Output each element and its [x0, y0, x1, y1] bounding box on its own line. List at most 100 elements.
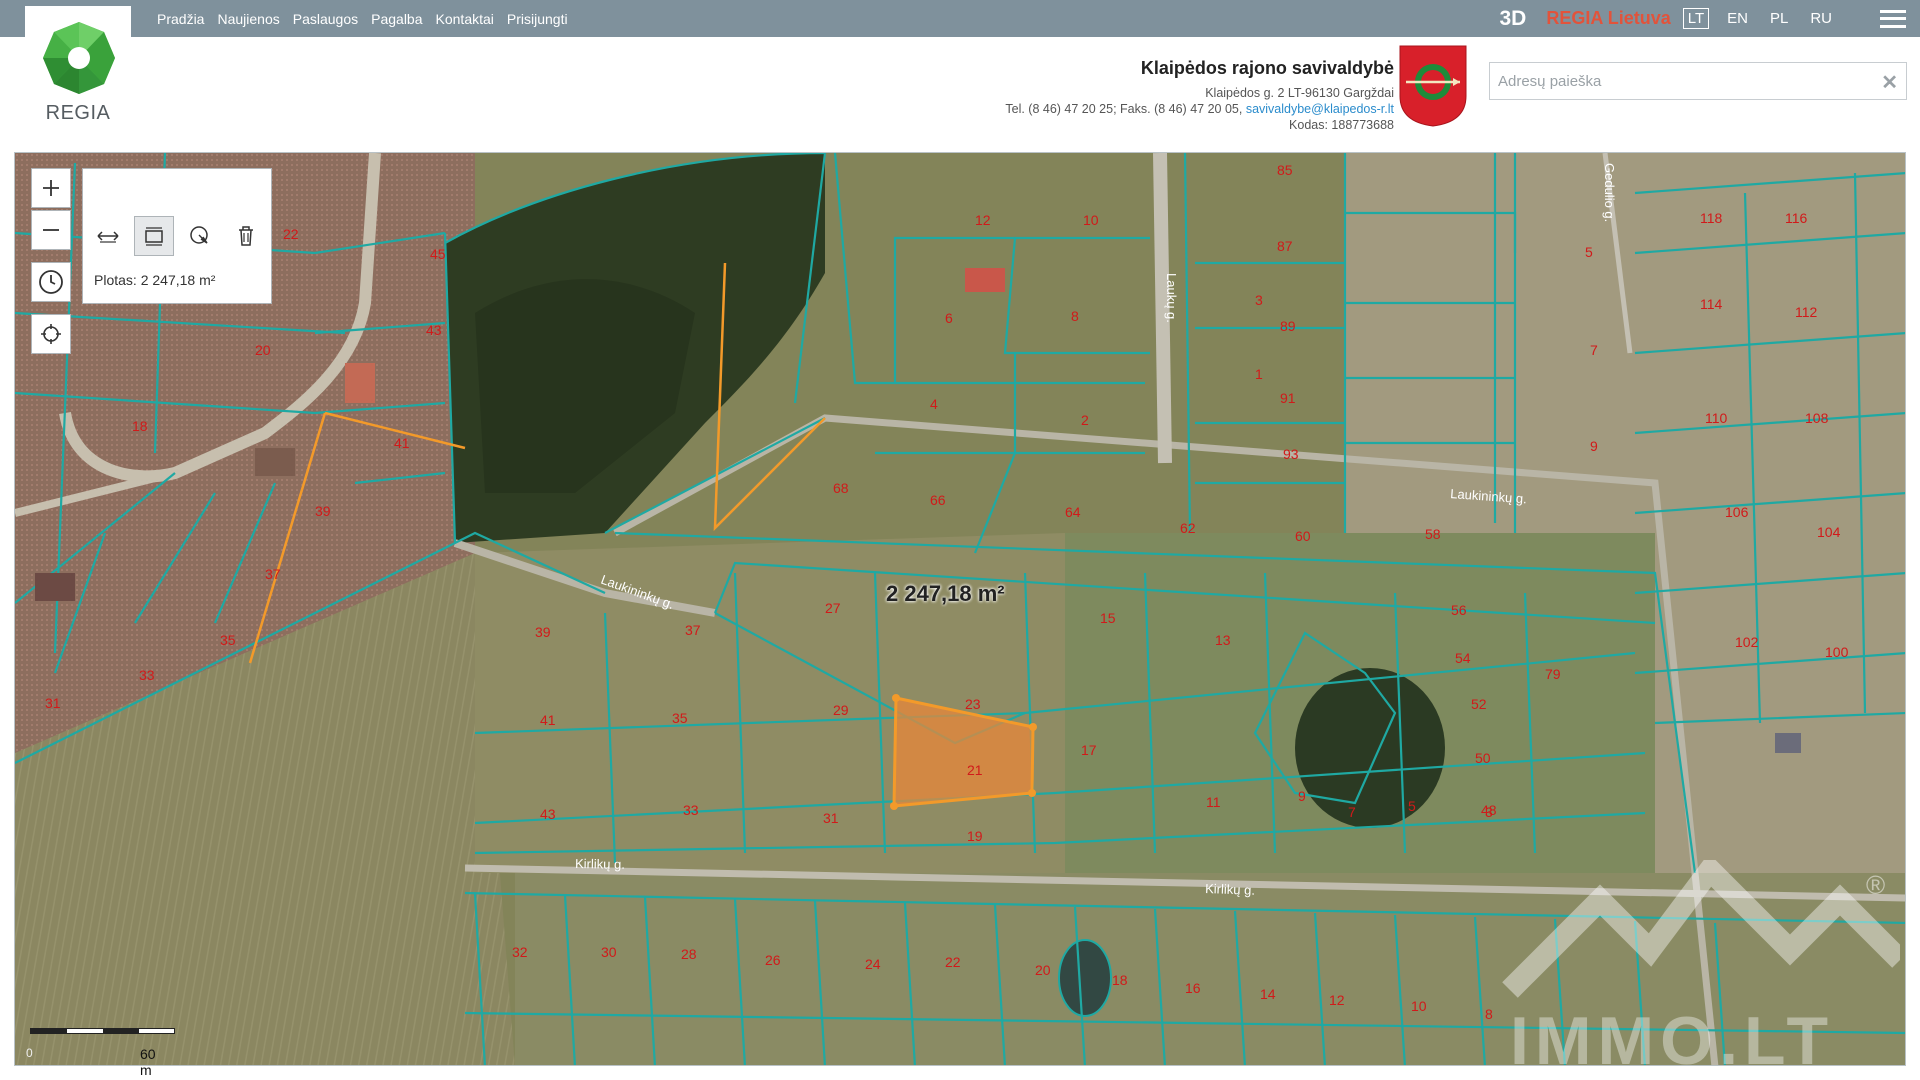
parcel-number: 8: [1071, 308, 1079, 324]
parcel-number: 50: [1475, 750, 1491, 766]
parcel-number: 19: [967, 828, 983, 844]
parcel-number: 91: [1280, 390, 1296, 406]
street-label-lauku: Laukų g.: [1164, 273, 1179, 323]
parcel-number: 17: [1081, 742, 1097, 758]
building: [965, 268, 1005, 292]
parcel-number: 79: [1545, 666, 1561, 682]
measure-area-button[interactable]: [134, 216, 174, 256]
parcel-number: 33: [139, 667, 155, 683]
parcel-number: 33: [683, 802, 699, 818]
parcel-number: 41: [540, 712, 556, 728]
nav-item-login[interactable]: Prisijungti: [507, 11, 568, 27]
menu-icon[interactable]: [1880, 9, 1906, 28]
lang-pl[interactable]: PL: [1766, 9, 1792, 28]
clear-search-icon[interactable]: ✕: [1881, 70, 1898, 95]
parcel-number: 9: [1590, 438, 1598, 454]
parcel-number: 64: [1065, 504, 1081, 520]
lang-en[interactable]: EN: [1723, 9, 1752, 28]
parcel-number: 3: [1485, 804, 1493, 820]
parcel-number: 16: [1185, 980, 1201, 996]
locate-button[interactable]: [31, 314, 71, 354]
building: [345, 363, 375, 403]
area-readout: Plotas: 2 247,18 m²: [94, 272, 216, 288]
parcel-number: 43: [540, 806, 556, 822]
parcel-number: 18: [132, 418, 148, 434]
parcel-number: 43: [426, 322, 442, 338]
tree-cluster: [1295, 668, 1445, 828]
parcel-number: 20: [1035, 962, 1051, 978]
3d-button[interactable]: 3D: [1500, 7, 1527, 31]
parcel-number: 52: [1471, 696, 1487, 712]
parcel-number: 106: [1725, 504, 1749, 520]
parcel-number: 20: [255, 342, 271, 358]
parcel-number: 114: [1700, 296, 1723, 312]
parcel-number: 7: [1348, 804, 1356, 820]
parcel-number: 108: [1805, 410, 1829, 426]
parcel-number: 66: [930, 492, 946, 508]
zoom-in-button[interactable]: [31, 168, 71, 208]
parcel-number: 110: [1705, 410, 1728, 426]
measure-radius-button[interactable]: [180, 216, 220, 256]
building: [255, 448, 295, 476]
parcel-number: 21: [967, 762, 983, 778]
parcel-number: 31: [45, 695, 61, 711]
street-label-kirliku-east: Kirlikų g.: [1205, 881, 1255, 898]
brand-link[interactable]: REGIA Lietuva: [1546, 8, 1670, 29]
parcel-number: 118: [1700, 210, 1723, 226]
lang-lt[interactable]: LT: [1682, 8, 1710, 29]
parcel-number: 10: [1411, 998, 1427, 1014]
parcel-number: 37: [685, 622, 701, 638]
municipality-info: Klaipėdos rajono savivaldybė Klaipėdos g…: [1005, 58, 1394, 133]
nav-item-news[interactable]: Naujienos: [217, 11, 279, 27]
parcel-number: 104: [1817, 524, 1841, 540]
parcel-number: 27: [825, 600, 841, 616]
parcel-number: 22: [945, 954, 961, 970]
parcel-number: 35: [672, 710, 688, 726]
parcel-number: 24: [865, 956, 881, 972]
parcel-number: 45: [430, 246, 446, 262]
immo-watermark-logo-icon: [1502, 860, 1900, 998]
municipality-contacts: Tel. (8 46) 47 20 25; Faks. (8 46) 47 20…: [1005, 101, 1394, 117]
building: [35, 573, 75, 601]
nav-item-help[interactable]: Pagalba: [371, 11, 422, 27]
parcel-number: 116: [1785, 210, 1808, 226]
parcel-number: 1: [1255, 366, 1263, 382]
regia-logo-icon[interactable]: [41, 20, 117, 96]
zoom-out-button[interactable]: [31, 210, 71, 250]
municipality-phone: Tel. (8 46) 47 20 25; Faks. (8 46) 47 20…: [1005, 102, 1243, 116]
parcel-number: 39: [535, 624, 551, 640]
nav-item-contacts[interactable]: Kontaktai: [436, 11, 494, 27]
radius-icon: [190, 226, 208, 244]
parcel-number: 60: [1295, 528, 1311, 544]
parcel-number: 100: [1825, 644, 1849, 660]
nav-item-home[interactable]: Pradžia: [157, 11, 204, 27]
parcel-number: 102: [1735, 634, 1759, 650]
parcel-number: 3: [1255, 292, 1263, 308]
parcel-number: 58: [1425, 526, 1441, 542]
street-label-kirliku: Kirlikų g.: [575, 856, 625, 872]
address-search-input[interactable]: [1490, 63, 1906, 99]
pond: [1058, 939, 1112, 1017]
parcel-number: 22: [283, 226, 299, 242]
parcel-number: 39: [315, 503, 331, 519]
lang-ru[interactable]: RU: [1806, 9, 1836, 28]
history-button[interactable]: [31, 262, 71, 302]
area-icon: [145, 227, 163, 246]
parcel-number: 62: [1180, 520, 1196, 536]
municipality-email-link[interactable]: savivaldybe@klaipedos-r.lt: [1246, 102, 1394, 116]
parcel-number: 23: [965, 696, 981, 712]
parcel-number: 6: [945, 310, 953, 326]
building: [1775, 733, 1801, 753]
municipality-address: Klaipėdos g. 2 LT-96130 Gargždai: [1205, 86, 1394, 100]
parcel-number: 15: [1100, 610, 1116, 626]
top-right-controls: 3D REGIA Lietuva LT EN PL RU: [1500, 0, 1920, 37]
trash-icon: [239, 226, 253, 246]
parcel-number: 68: [833, 480, 849, 496]
delete-measure-button[interactable]: [226, 216, 266, 256]
parcel-number: 35: [220, 632, 236, 648]
measure-length-button[interactable]: [88, 216, 128, 256]
parcel-number: 93: [1283, 446, 1299, 462]
crosshair-icon: [41, 324, 61, 344]
parcel-number: 5: [1408, 798, 1416, 814]
nav-item-services[interactable]: Paslaugos: [293, 11, 358, 27]
